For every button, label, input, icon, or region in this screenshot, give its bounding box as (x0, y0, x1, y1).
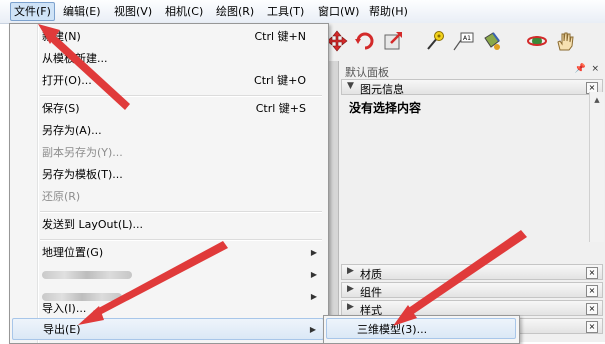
menu-item-label: 另存为模板(T)... (42, 168, 123, 181)
collapsed-triangle-icon: ▶ (347, 302, 354, 312)
menu-item-save-copy-as: 副本另存为(Y)... (12, 142, 324, 164)
menu-draw[interactable]: 绘图(R) (213, 3, 257, 20)
menu-item-new-from-template[interactable]: 从模板新建... (12, 48, 324, 70)
menu-file[interactable]: 文件(F) (10, 2, 55, 21)
panel-entity-info[interactable]: ▼ 图元信息 × (341, 79, 603, 96)
text-icon[interactable]: A1 (450, 28, 476, 54)
tray-title: 默认面板 (345, 66, 389, 79)
menu-item-export[interactable]: 导出(E) ▶ (12, 318, 324, 340)
close-icon[interactable]: × (586, 267, 598, 279)
menu-item-label: 打开(O)... (42, 74, 92, 87)
collapsed-triangle-icon: ▶ (347, 284, 354, 294)
close-icon[interactable]: × (586, 285, 598, 297)
menu-item-import[interactable]: 导入(I)... (12, 298, 324, 320)
paint-bucket-icon[interactable] (478, 28, 504, 54)
panel-label: 图元信息 (360, 83, 404, 96)
menu-window[interactable]: 窗口(W) (315, 3, 362, 20)
default-tray: 默认面板 📌 × ▼ 图元信息 × 没有选择内容 ▲ ▶ 材质 × ▶ 组件 ×… (338, 61, 605, 342)
menu-bar: 文件(F) 编辑(E) 视图(V) 相机(C) 绘图(R) 工具(T) 窗口(W… (0, 0, 605, 24)
menu-item-label: 导入(I)... (42, 302, 87, 315)
close-icon[interactable]: × (586, 321, 598, 333)
panel-label: 材质 (360, 268, 382, 281)
scroll-up-icon[interactable]: ▲ (591, 94, 603, 106)
blurred-label (42, 271, 132, 279)
export-submenu: 三维模型(3)... (323, 315, 520, 344)
menu-item-label: 从模板新建... (42, 52, 108, 65)
menu-item-open[interactable]: 打开(O)... Ctrl 键+O (12, 70, 324, 92)
panel-components[interactable]: ▶ 组件 × (341, 282, 603, 299)
menu-item-geo-location[interactable]: 地理位置(G) ▶ (12, 242, 324, 264)
menu-item-send-to-layout[interactable]: 发送到 LayOut(L)... (12, 214, 324, 236)
tape-measure-icon[interactable] (422, 28, 448, 54)
menu-item-export-3d-model[interactable]: 三维模型(3)... (326, 318, 516, 339)
menu-item-label: 地理位置(G) (42, 246, 104, 259)
submenu-arrow-icon: ▶ (310, 270, 317, 279)
menu-item-label: 发送到 LayOut(L)... (42, 218, 144, 231)
menu-item-label: 另存为(A)... (42, 124, 102, 137)
pan-icon[interactable] (552, 28, 578, 54)
pin-icon[interactable]: 📌 (575, 64, 586, 74)
rotate-icon[interactable] (352, 28, 378, 54)
menu-separator (40, 95, 322, 97)
svg-text:A1: A1 (463, 35, 471, 42)
menu-camera[interactable]: 相机(C) (162, 3, 206, 20)
scrollbar[interactable]: ▲ (589, 92, 604, 242)
menu-item-label: 新建(N) (42, 30, 81, 43)
menu-item-save-as-template[interactable]: 另存为模板(T)... (12, 164, 324, 186)
menu-item-save[interactable]: 保存(S) Ctrl 键+S (12, 98, 324, 120)
panel-materials[interactable]: ▶ 材质 × (341, 264, 603, 281)
menu-item-save-as[interactable]: 另存为(A)... (12, 120, 324, 142)
menu-item-label: 副本另存为(Y)... (42, 146, 123, 159)
menu-item-blurred[interactable]: ▶ (12, 264, 324, 286)
menu-item-shortcut: Ctrl 键+O (254, 74, 306, 87)
panel-label: 组件 (360, 286, 382, 299)
menu-edit[interactable]: 编辑(E) (60, 3, 104, 20)
menu-item-label: 三维模型(3)... (357, 323, 428, 336)
menu-separator (40, 211, 322, 213)
expanded-triangle-icon: ▼ (347, 81, 354, 91)
collapsed-triangle-icon: ▶ (347, 266, 354, 276)
orbit-icon[interactable] (524, 28, 550, 54)
menu-help[interactable]: 帮助(H) (366, 3, 411, 20)
submenu-arrow-icon: ▶ (310, 248, 317, 257)
scale-icon[interactable] (380, 28, 406, 54)
toolbar: A1 (318, 23, 605, 62)
menu-item-label: 还原(R) (42, 190, 81, 203)
menu-item-shortcut: Ctrl 键+S (255, 102, 306, 115)
menu-item-new[interactable]: 新建(N) Ctrl 键+N (12, 26, 324, 48)
no-selection-text: 没有选择内容 (349, 101, 422, 115)
file-menu: 新建(N) Ctrl 键+N 从模板新建... 打开(O)... Ctrl 键+… (9, 23, 329, 344)
submenu-arrow-icon: ▶ (309, 325, 316, 334)
panel-styles[interactable]: ▶ 样式 × (341, 300, 603, 317)
menu-item-label: 导出(E) (43, 323, 81, 336)
menu-separator (40, 239, 322, 241)
menu-item-shortcut: Ctrl 键+N (254, 30, 306, 43)
tray-close-icon[interactable]: × (591, 64, 599, 74)
close-icon[interactable]: × (586, 303, 598, 315)
menu-item-label: 保存(S) (42, 102, 80, 115)
menu-item-revert: 还原(R) (12, 186, 324, 208)
menu-view[interactable]: 视图(V) (111, 3, 155, 20)
menu-tools[interactable]: 工具(T) (264, 3, 307, 20)
